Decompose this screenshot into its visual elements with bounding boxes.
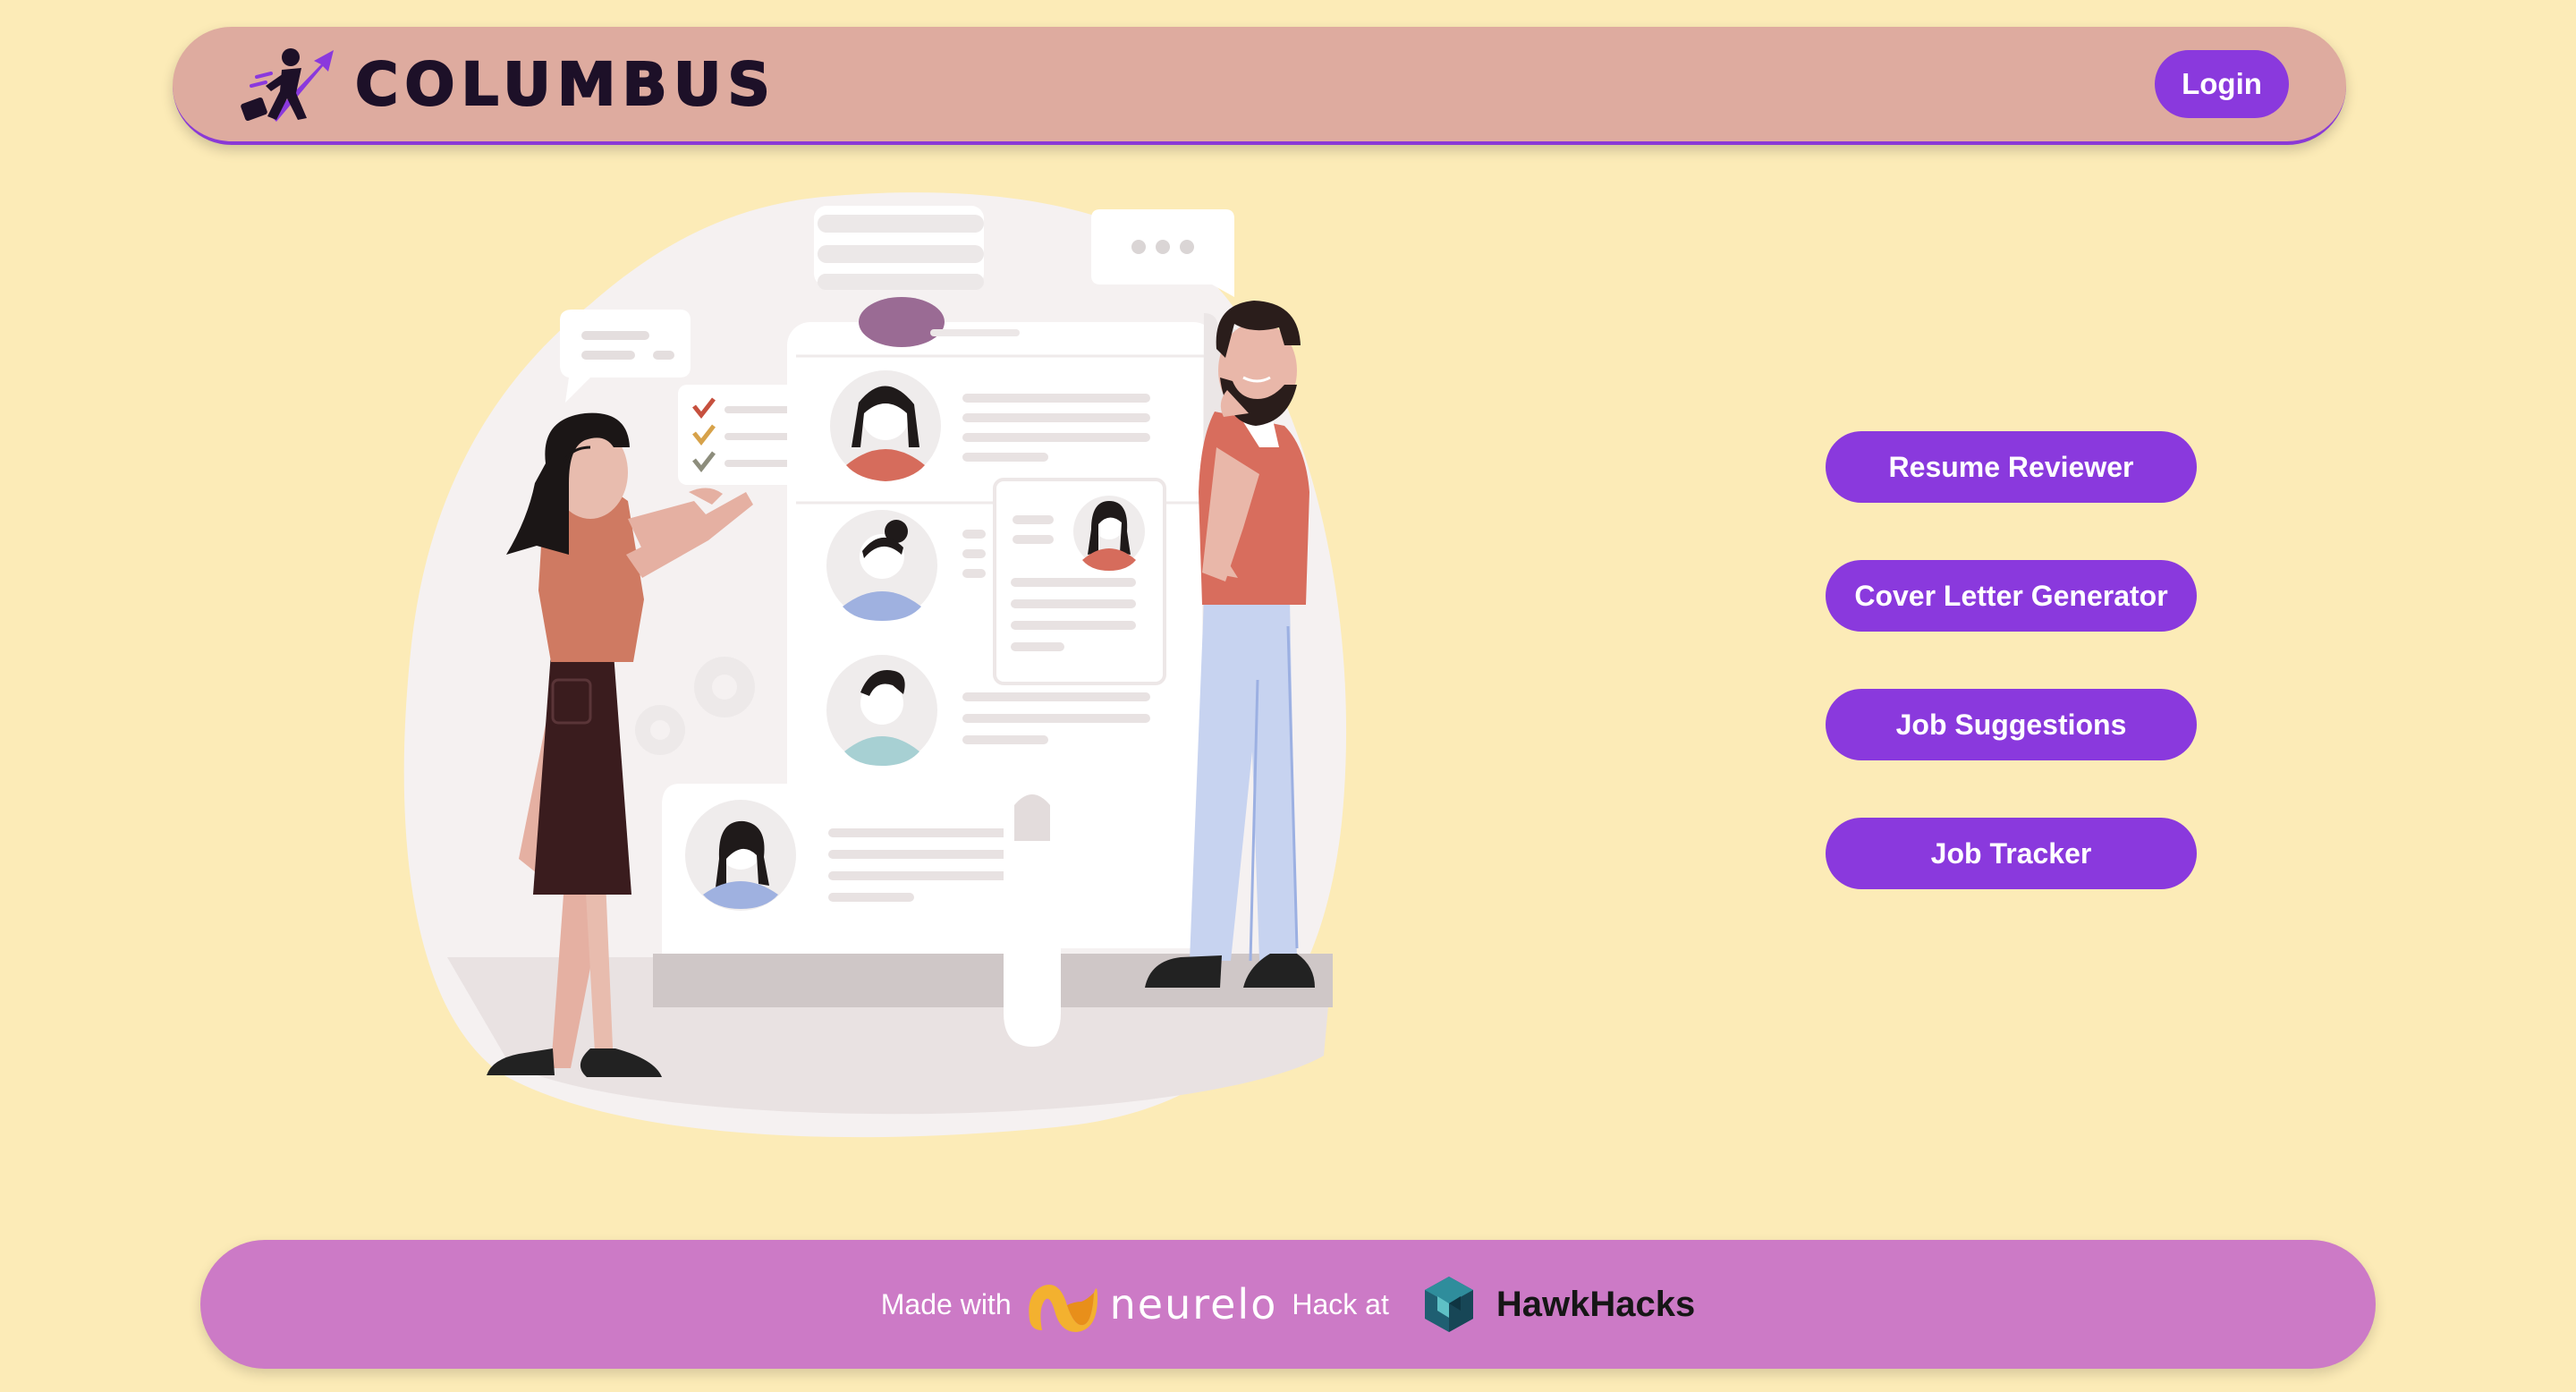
job-tracker-button[interactable]: Job Tracker <box>1826 818 2197 889</box>
brand-name: COLUMBUS <box>354 49 776 120</box>
cover-letter-generator-button[interactable]: Cover Letter Generator <box>1826 560 2197 632</box>
hero-illustration <box>394 179 1449 1145</box>
hawkhacks-name[interactable]: HawkHacks <box>1496 1285 1695 1325</box>
neurelo-name[interactable]: neurelo <box>1110 1280 1278 1328</box>
columbus-logo-icon <box>241 48 334 122</box>
top-navbar: COLUMBUS Login <box>173 27 2346 145</box>
footer: Made with neurelo Hack at HawkHacks <box>200 1240 2376 1369</box>
neurelo-logo-icon[interactable] <box>1024 1275 1099 1334</box>
recruiting-illustration <box>403 192 1347 1138</box>
feature-buttons: Resume Reviewer Cover Letter Generator J… <box>1826 431 2197 889</box>
resume-reviewer-button[interactable]: Resume Reviewer <box>1826 431 2197 503</box>
hawkhacks-logo-icon[interactable] <box>1421 1275 1477 1334</box>
job-suggestions-button[interactable]: Job Suggestions <box>1826 689 2197 760</box>
made-with-text: Made with <box>880 1287 1012 1320</box>
hack-at-text: Hack at <box>1292 1287 1389 1320</box>
brand[interactable]: COLUMBUS <box>235 38 776 131</box>
login-button[interactable]: Login <box>2155 50 2289 118</box>
